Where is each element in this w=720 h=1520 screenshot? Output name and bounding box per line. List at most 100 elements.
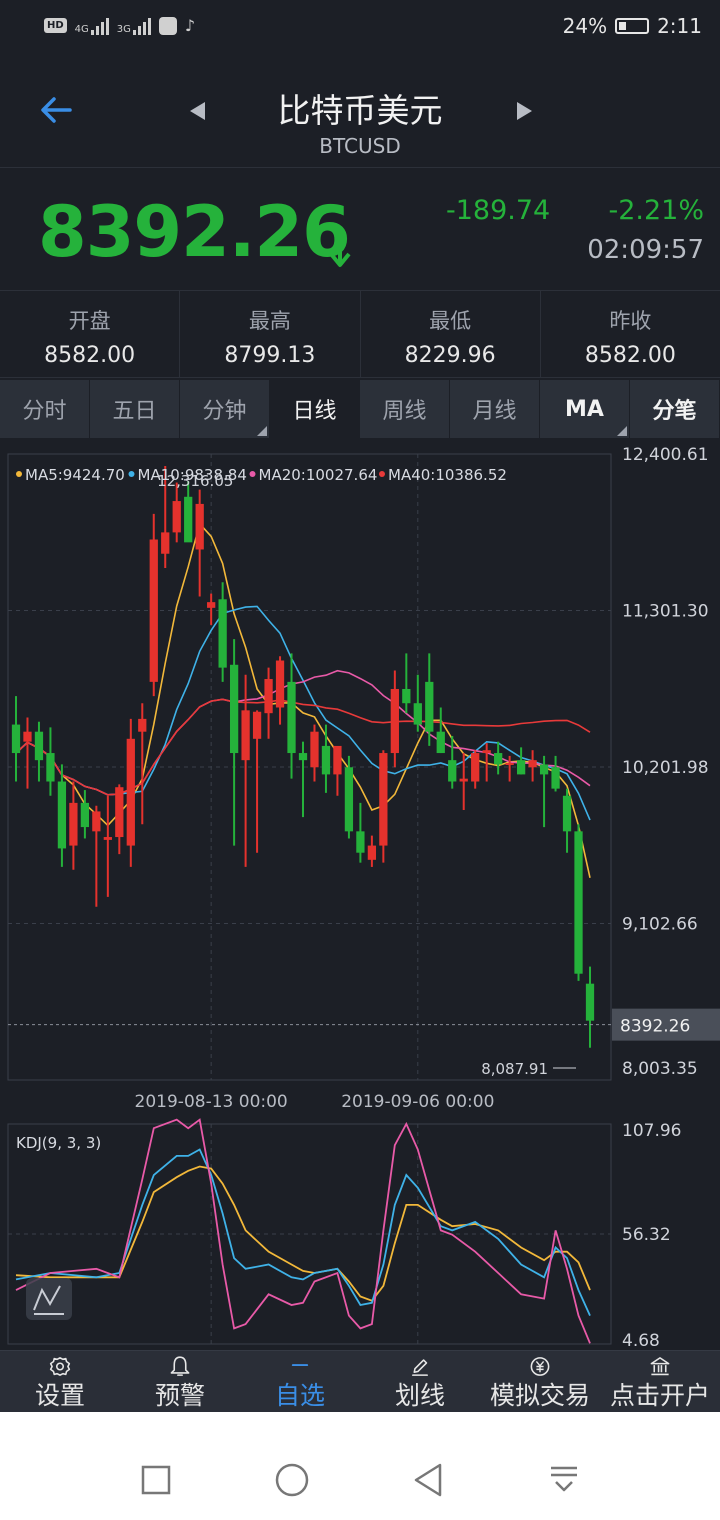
candle — [482, 750, 491, 754]
candle — [241, 710, 250, 761]
kline-chart[interactable]: 12,400.61 11,301.30 10,201.98 9,102.66 8,003… — [0, 440, 720, 1350]
quote-time: 02:09:57 — [587, 235, 704, 265]
y-axis-label: 10,201.98 — [622, 758, 709, 778]
candle — [402, 688, 411, 704]
candle — [138, 718, 147, 732]
yen-coin-icon — [530, 1357, 550, 1376]
ma-legend-label: MA5:9424.70 — [25, 466, 125, 484]
candle — [149, 539, 158, 682]
dropdown-corner-icon — [257, 426, 267, 436]
price-change: -189.74 — [446, 195, 551, 226]
candle — [585, 983, 595, 1021]
header: 比特币美元 BTCUSD — [0, 56, 720, 168]
chart-area[interactable]: 12,400.61 11,301.30 10,201.98 9,102.66 8,003… — [0, 440, 720, 1350]
candle — [57, 781, 67, 849]
kdj-k-line — [15, 1148, 591, 1316]
battery-icon — [615, 18, 650, 34]
nav-simulated-trading[interactable]: 模拟交易 — [480, 1351, 600, 1412]
kdj-label: KDJ(9, 3, 3) — [16, 1134, 101, 1152]
candle — [459, 778, 468, 782]
candle — [195, 503, 204, 550]
candle — [23, 731, 32, 742]
tab-monthly[interactable]: 月线 — [450, 380, 540, 438]
pen-icon — [412, 1359, 428, 1376]
y-axis-label: 9,102.66 — [622, 915, 698, 935]
dropdown-corner-icon — [617, 426, 627, 436]
nav-open-account[interactable]: 点击开户 — [600, 1351, 720, 1412]
candle — [321, 745, 331, 775]
app-icon — [158, 16, 177, 35]
candle — [126, 738, 135, 846]
high-marker: 12,316.05 — [157, 472, 233, 490]
next-symbol-arrow-icon[interactable] — [517, 102, 532, 120]
candle — [539, 764, 549, 775]
nav-drawing[interactable]: 划线 — [360, 1351, 480, 1412]
clock: 2:11 — [657, 14, 702, 38]
candle — [344, 767, 354, 832]
battery-percent: 24% — [562, 14, 608, 38]
tiktok-icon: ♪ — [184, 16, 196, 35]
ma-legend-dot — [16, 471, 22, 477]
ma-legend-label: MA40:10386.52 — [388, 466, 507, 484]
tab-minute[interactable]: 分钟 — [180, 380, 270, 438]
candle — [505, 763, 514, 766]
symbol-code: BTCUSD — [319, 134, 401, 158]
candle — [252, 711, 262, 739]
candle — [574, 831, 583, 974]
candle — [379, 753, 388, 846]
candle — [425, 681, 434, 732]
ma-legend-dot — [379, 471, 385, 477]
x-axis-label: 2019-08-13 00:00 — [135, 1092, 288, 1112]
candle — [562, 795, 572, 832]
candle — [516, 760, 526, 775]
candle — [448, 760, 457, 782]
low-marker: 8,087.91 — [481, 1060, 548, 1078]
candle — [184, 496, 193, 543]
period-tabs: 分时 五日 分钟 日线 周线 月线 MA 分笔 — [0, 380, 720, 438]
kdj-y-label: 56.32 — [622, 1225, 671, 1245]
drawing-tool-icon[interactable] — [26, 1278, 72, 1320]
candle — [413, 703, 422, 725]
tab-five-day[interactable]: 五日 — [90, 380, 180, 438]
current-price-label: 8392.26 — [620, 1017, 690, 1037]
candle — [11, 724, 21, 754]
candle — [367, 845, 377, 860]
y-axis-label: 8,003.35 — [622, 1059, 698, 1079]
candle — [264, 679, 273, 714]
candle — [161, 532, 170, 554]
nav-settings[interactable]: 设置 — [0, 1351, 120, 1412]
y-axis-label: 12,400.61 — [622, 445, 709, 465]
ma-legend-label: MA20:10027.64 — [259, 466, 378, 484]
candle — [333, 745, 342, 775]
download-icon[interactable] — [548, 1464, 580, 1496]
price-change-percent: -2.21% — [608, 195, 704, 226]
candle — [471, 753, 480, 782]
tab-weekly[interactable]: 周线 — [360, 380, 450, 438]
last-price: 8392.26 — [38, 191, 351, 273]
stat-open: 开盘 8582.00 — [0, 291, 181, 377]
nav-watchlist[interactable]: 自选 — [240, 1351, 360, 1412]
candle — [436, 731, 445, 754]
system-navigation-bar — [0, 1412, 720, 1520]
tab-indicator-ma[interactable]: MA — [540, 380, 630, 438]
triangle-back-icon[interactable] — [412, 1462, 444, 1498]
ma-line — [15, 522, 591, 878]
y-axis-label: 11,301.30 — [622, 601, 709, 621]
3g-signal-icon: 3G — [117, 17, 151, 35]
ma-legend-dot — [249, 471, 256, 477]
status-icons: HD 4G 3G ♪ — [44, 16, 195, 35]
square-icon[interactable] — [140, 1464, 172, 1496]
tab-daily[interactable]: 日线 — [270, 380, 360, 438]
tab-ticks[interactable]: 分笔 — [630, 380, 720, 438]
kdj-y-label: 4.68 — [622, 1331, 660, 1350]
circle-icon[interactable] — [274, 1462, 310, 1498]
candle — [172, 501, 181, 533]
kdj-y-label: 107.96 — [622, 1121, 681, 1141]
nav-alerts[interactable]: 预警 — [120, 1351, 240, 1412]
candle — [390, 688, 399, 754]
candle — [46, 753, 55, 782]
candle — [80, 802, 90, 828]
candle — [298, 753, 308, 761]
candle — [494, 753, 503, 765]
tab-intraday[interactable]: 分时 — [0, 380, 90, 438]
